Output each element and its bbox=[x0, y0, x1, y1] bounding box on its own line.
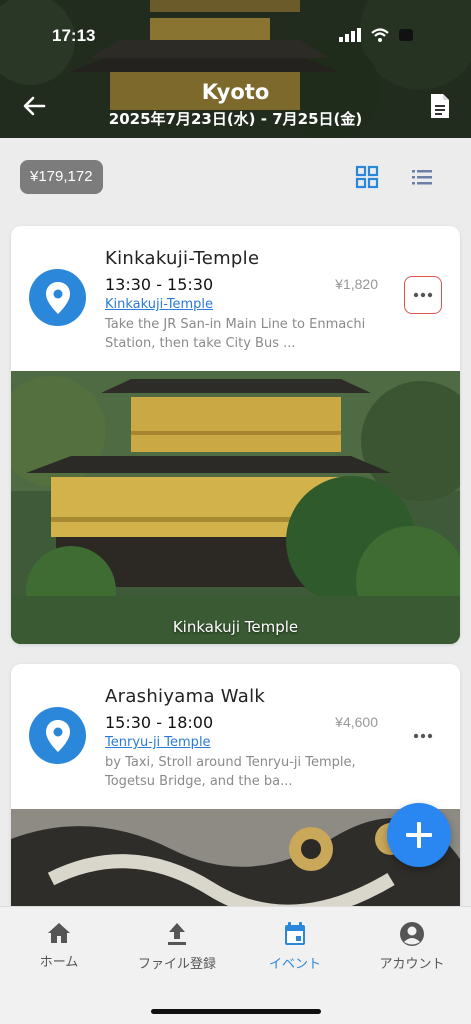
more-options-button[interactable] bbox=[404, 717, 442, 755]
grid-view-icon[interactable] bbox=[355, 165, 379, 189]
event-card[interactable]: Arashiyama Walk 15:30 - 18:00 ¥4,600 Ten… bbox=[11, 664, 460, 924]
status-icons bbox=[339, 28, 415, 42]
nav-label: アカウント bbox=[379, 957, 445, 972]
nav-item-home[interactable]: ホーム bbox=[0, 921, 118, 970]
photo-caption: Kinkakuji Temple bbox=[172, 618, 299, 636]
bottom-navigation: ホーム ファイル登録 イベント アカウント bbox=[0, 906, 471, 1024]
event-description: Take the JR San-in Main Line to Enmachi … bbox=[105, 317, 366, 351]
event-time: 15:30 - 18:00 bbox=[105, 713, 214, 732]
account-icon bbox=[400, 922, 424, 946]
status-time: 17:13 bbox=[52, 26, 96, 45]
location-pin-icon bbox=[29, 707, 86, 764]
more-options-button[interactable] bbox=[404, 276, 442, 314]
wifi-icon bbox=[371, 28, 389, 42]
total-cost-badge: ¥179,172 bbox=[20, 160, 103, 194]
home-indicator[interactable] bbox=[151, 1009, 321, 1014]
nav-item-file-upload[interactable]: ファイル登録 bbox=[118, 921, 236, 972]
page-title: Kyoto bbox=[201, 80, 270, 104]
place-link[interactable]: Tenryu-ji Temple bbox=[105, 735, 211, 750]
event-title: Kinkakuji-Temple bbox=[105, 248, 260, 269]
add-event-button[interactable] bbox=[387, 803, 451, 867]
nav-label: ファイル登録 bbox=[137, 957, 216, 972]
battery-icon bbox=[399, 29, 413, 41]
trip-date-range: 2025年7月23日(水) - 7月25日(金) bbox=[108, 110, 363, 128]
document-icon[interactable] bbox=[427, 92, 453, 120]
event-description: by Taxi, Stroll around Tenryu-ji Temple,… bbox=[105, 755, 356, 789]
app-header: 17:13 Kyoto 2025年7月23日(水) - 7月25日(金) bbox=[0, 0, 471, 138]
nav-label: ホーム bbox=[39, 955, 79, 970]
upload-icon bbox=[168, 923, 186, 945]
nav-label: イベント bbox=[268, 957, 321, 972]
nav-item-events[interactable]: イベント bbox=[236, 921, 354, 972]
signal-icon bbox=[339, 28, 361, 42]
summary-bar: ¥179,172 bbox=[0, 138, 471, 214]
plus-icon bbox=[406, 822, 432, 848]
event-time: 13:30 - 15:30 bbox=[105, 275, 214, 294]
place-link[interactable]: Kinkakuji-Temple bbox=[105, 297, 213, 312]
event-cost: ¥4,600 bbox=[335, 714, 378, 730]
event-title: Arashiyama Walk bbox=[105, 686, 266, 707]
more-dots-icon bbox=[413, 292, 433, 298]
calendar-icon bbox=[285, 922, 305, 945]
event-card[interactable]: Kinkakuji-Temple 13:30 - 15:30 ¥1,820 Ki… bbox=[11, 226, 460, 644]
event-cost: ¥1,820 bbox=[335, 276, 378, 292]
temple-photo-image bbox=[11, 371, 460, 644]
more-dots-icon bbox=[413, 733, 433, 739]
list-view-icon[interactable] bbox=[410, 165, 434, 189]
event-photo: Kinkakuji Temple bbox=[11, 371, 460, 644]
nav-item-account[interactable]: アカウント bbox=[353, 921, 471, 972]
home-icon bbox=[48, 923, 70, 943]
location-pin-icon bbox=[29, 269, 86, 326]
